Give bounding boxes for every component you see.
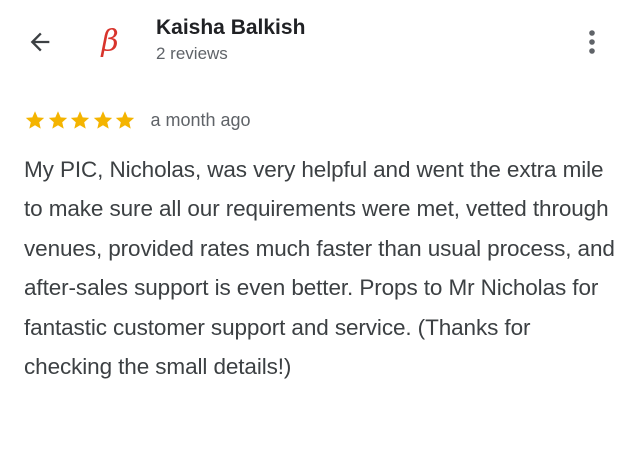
back-button[interactable] [22, 24, 58, 60]
more-options-button[interactable] [578, 24, 606, 60]
star-icon [93, 111, 112, 129]
reviewer-name[interactable]: Kaisha Balkish [156, 16, 305, 40]
star-icon [25, 111, 45, 129]
review-card: β Kaisha Balkish 2 reviews a month ago M… [0, 0, 636, 456]
more-vert-icon [589, 30, 595, 54]
avatar[interactable]: β [88, 20, 132, 64]
review-text: My PIC, Nicholas, was very helpful and w… [24, 157, 615, 380]
avatar-glyph: β [101, 24, 119, 59]
reviewer-review-count: 2 reviews [156, 44, 228, 63]
review-date: a month ago [150, 109, 251, 130]
rating-row: a month ago [24, 106, 251, 134]
star-rating [24, 109, 137, 131]
arrow-back-icon [30, 32, 50, 52]
star-icon [70, 111, 90, 129]
star-icon [115, 111, 135, 129]
star-icon [48, 111, 67, 129]
